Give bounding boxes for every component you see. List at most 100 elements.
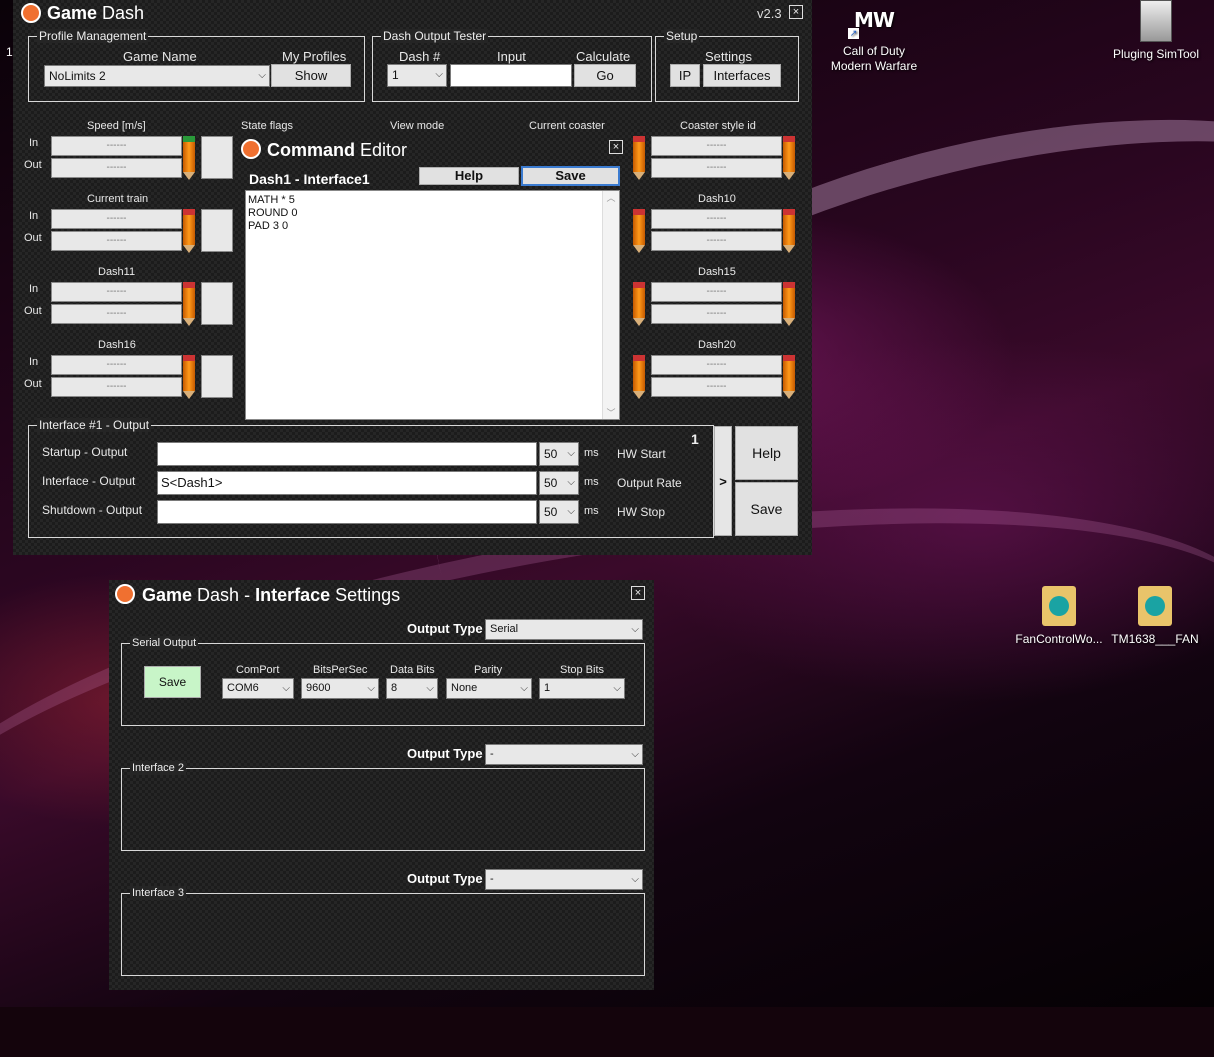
in-label: In [29, 283, 39, 295]
dash-in-value: ------ [651, 282, 782, 302]
command-text-area[interactable]: MATH * 5 ROUND 0 PAD 3 0 ︿ ﹀ [245, 190, 620, 420]
dash-group-title: Dash11 [98, 266, 136, 278]
dash-in-value: ------ [51, 136, 182, 156]
pencil-edit-icon[interactable] [183, 355, 195, 399]
app-logo-icon [115, 584, 135, 604]
comport-select[interactable]: COM6 ⌵ [222, 678, 294, 699]
expand-arrow-button[interactable]: > [714, 426, 732, 536]
editor-close-button[interactable]: × [609, 140, 623, 154]
pencil-edit-icon[interactable] [183, 209, 195, 253]
scroll-up-icon[interactable]: ︿ [603, 191, 619, 204]
out-label: Out [24, 232, 42, 244]
group-legend: Interface 3 [130, 886, 186, 900]
editor-save-button[interactable]: Save [521, 166, 620, 186]
pencil-edit-icon[interactable] [783, 209, 795, 253]
shutdown-output-field[interactable] [157, 500, 537, 524]
output-type-select-2[interactable]: - ⌵ [485, 744, 643, 765]
output-rate-label: Output Rate [617, 476, 682, 490]
pencil-edit-icon[interactable] [633, 282, 645, 326]
startup-output-field[interactable] [157, 442, 537, 466]
output-help-button[interactable]: Help [735, 426, 798, 480]
output-type-select-3[interactable]: - ⌵ [485, 869, 643, 890]
desktop-icon-label: Call of Duty Modern Warfare [830, 44, 918, 73]
dash-number-select[interactable]: 1 ⌵ [387, 64, 447, 87]
serial-save-button[interactable]: Save [144, 666, 201, 698]
edge-text: 1 [6, 45, 13, 59]
bits-per-sec-label: BitsPerSec [313, 664, 368, 676]
my-profiles-label: My Profiles [282, 49, 347, 64]
pencil-edit-icon[interactable] [633, 136, 645, 180]
arduino-folder-icon [1042, 586, 1076, 626]
ms-unit-label: ms [584, 476, 599, 488]
settings-label: Settings [705, 49, 752, 64]
parity-select[interactable]: None ⌵ [446, 678, 532, 699]
pencil-edit-icon[interactable] [183, 282, 195, 326]
editor-subtitle: Dash1 - Interface1 [249, 171, 370, 187]
data-bits-label: Data Bits [390, 664, 435, 676]
pencil-edit-icon[interactable] [783, 136, 795, 180]
desktop-icon-tm1638[interactable]: TM1638___FAN [1108, 586, 1202, 646]
command-line: MATH * 5 [248, 194, 295, 206]
interfaces-button[interactable]: Interfaces [703, 64, 781, 87]
serial-output-group: Serial Output Save ComPort BitsPerSec Da… [121, 636, 645, 726]
chevron-down-icon: ⌵ [282, 683, 290, 694]
ip-button[interactable]: IP [670, 64, 700, 87]
desktop-icon-fancontrol[interactable]: FanControlWo... [1012, 586, 1106, 646]
desktop-icon-label: TM1638___FAN [1111, 632, 1199, 646]
chevron-down-icon: ⌵ [567, 477, 575, 488]
pencil-edit-icon[interactable] [633, 355, 645, 399]
editor-help-button[interactable]: Help [419, 167, 519, 185]
dash-side-box [201, 282, 233, 325]
bits-per-sec-select[interactable]: 9600 ⌵ [301, 678, 379, 699]
document-icon [1140, 0, 1172, 42]
output-type-select-1[interactable]: Serial ⌵ [485, 619, 643, 640]
dash-in-value: ------ [651, 355, 782, 375]
group-legend: Dash Output Tester [381, 29, 489, 43]
input-label: Input [497, 49, 526, 64]
game-name-label: Game Name [123, 49, 197, 64]
desktop-icon-label: FanControlWo... [1015, 632, 1103, 646]
chevron-down-icon: ⌵ [631, 874, 639, 885]
arduino-folder-icon [1138, 586, 1172, 626]
chevron-down-icon: ⌵ [631, 749, 639, 760]
data-bits-select[interactable]: 8 ⌵ [386, 678, 438, 699]
group-legend: Serial Output [130, 636, 199, 650]
output-type-label: Output Type [407, 621, 483, 636]
game-name-select[interactable]: NoLimits 2 ⌵ [44, 65, 270, 87]
interface-output-field[interactable]: S<Dash1> [157, 471, 537, 495]
interface-ms-select[interactable]: 50 ⌵ [539, 471, 579, 495]
in-label: In [29, 137, 39, 149]
tester-input-field[interactable] [450, 64, 572, 87]
dash-in-value: ------ [651, 209, 782, 229]
desktop-icon-simtool[interactable]: Pluging SimTool [1106, 0, 1206, 61]
shutdown-ms-select[interactable]: 50 ⌵ [539, 500, 579, 524]
output-type-label: Output Type [407, 746, 483, 761]
dash-in-value: ------ [51, 282, 182, 302]
interface-settings-window: Game Dash - Interface Settings × Output … [109, 580, 654, 990]
dash-group-title: Current train [87, 193, 149, 205]
settings-close-button[interactable]: × [631, 586, 645, 600]
scroll-down-icon[interactable]: ﹀ [603, 406, 619, 419]
dash-group-title: Dash10 [698, 193, 736, 205]
output-save-button[interactable]: Save [735, 482, 798, 536]
editor-scrollbar[interactable]: ︿ ﹀ [602, 191, 619, 419]
window-title: Game Dash [47, 3, 145, 23]
dash-group-title: Dash20 [698, 339, 736, 351]
startup-output-label: Startup - Output [42, 445, 128, 459]
hw-start-label: HW Start [617, 447, 666, 461]
output-type-label: Output Type [407, 871, 483, 886]
startup-ms-select[interactable]: 50 ⌵ [539, 442, 579, 466]
chevron-down-icon: ⌵ [367, 683, 375, 694]
close-button[interactable]: × [789, 5, 803, 19]
pencil-edit-icon[interactable] [633, 209, 645, 253]
dash-out-value: ------ [651, 304, 782, 324]
stop-bits-select[interactable]: 1 ⌵ [539, 678, 625, 699]
dash-in-value: ------ [51, 209, 182, 229]
pencil-edit-icon[interactable] [183, 136, 195, 180]
show-profiles-button[interactable]: Show [271, 64, 351, 87]
pencil-edit-icon[interactable] [783, 355, 795, 399]
pencil-edit-icon[interactable] [783, 282, 795, 326]
app-logo-icon [21, 3, 41, 23]
go-button[interactable]: Go [574, 64, 636, 87]
desktop-icon-cod[interactable]: MW ↗ Call of Duty Modern Warfare [826, 8, 922, 74]
